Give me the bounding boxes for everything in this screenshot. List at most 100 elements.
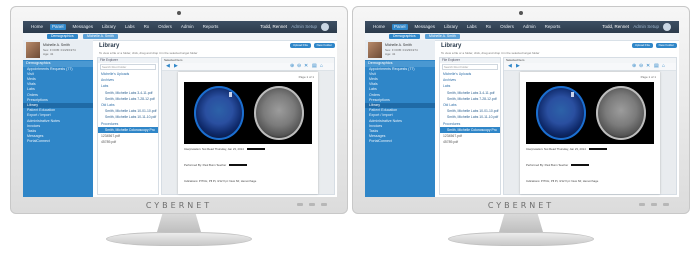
nav-admin[interactable]: Admin: [521, 24, 538, 30]
nav-messages[interactable]: Messages: [413, 24, 438, 30]
search-input[interactable]: Search Root Folder: [442, 64, 498, 70]
sidebar-item-portalconnect[interactable]: PortalConnect: [365, 139, 435, 144]
zoom-in-icon[interactable]: ⊕: [632, 64, 636, 69]
viewer-toolbar: ◀ ▶ ⊕ ⊖ ✕ ▤ ⌂: [504, 63, 676, 71]
monitor-button[interactable]: [639, 203, 645, 206]
ct-marker: [229, 92, 232, 97]
zoom-in-icon[interactable]: ⊕: [290, 64, 294, 69]
sidebar: Michelle A. Smith Sex: F DOB: 01/23/1974…: [23, 40, 93, 197]
file-labs-10-11-10[interactable]: Smith, Michelle Labs 10-11-10.pdf: [98, 114, 158, 120]
monitor-button[interactable]: [297, 203, 303, 206]
monitor-bezel: Home Panel Messages Library Labs Rx Orde…: [352, 6, 690, 214]
nav-rx[interactable]: Rx: [142, 24, 152, 30]
nav-home[interactable]: Home: [371, 24, 387, 30]
close-icon[interactable]: ✕: [646, 64, 650, 69]
print-icon[interactable]: ⌂: [662, 64, 665, 69]
nav-home[interactable]: Home: [29, 24, 45, 30]
breadcrumb-patient[interactable]: Michelle A. Smith: [425, 34, 460, 39]
avatar[interactable]: [321, 23, 329, 31]
ct-marker: [571, 92, 574, 97]
page-title: Library: [441, 43, 462, 49]
monitor-neck: [499, 214, 543, 232]
app-screen: Home Panel Messages Library Labs Rx Orde…: [365, 21, 679, 197]
file-labs-3-4-11[interactable]: Smith, Michelle Labs 3-4-11.pdf: [98, 90, 158, 96]
new-folder-button[interactable]: New Folder: [655, 43, 677, 48]
sidebar-item-portalconnect[interactable]: PortalConnect: [23, 139, 93, 144]
user-menu[interactable]: Todd, Rennet Admin Setup: [602, 24, 659, 30]
nav-panel[interactable]: Panel: [50, 24, 66, 30]
webcam-icon: [177, 11, 181, 15]
user-role: Admin Setup: [633, 24, 659, 29]
prev-page-icon[interactable]: ◀: [508, 64, 512, 69]
ct-brain-right-image: [254, 86, 304, 140]
prev-page-icon[interactable]: ◀: [166, 64, 170, 69]
power-button[interactable]: [663, 203, 669, 206]
nav-orders[interactable]: Orders: [156, 24, 174, 30]
download-icon[interactable]: ▤: [312, 64, 317, 69]
new-folder-button[interactable]: New Folder: [313, 43, 335, 48]
monitor-neck: [157, 214, 201, 232]
monitor-button[interactable]: [651, 203, 657, 206]
avatar[interactable]: [663, 23, 671, 31]
nav-library[interactable]: Library: [442, 24, 460, 30]
nav-labs[interactable]: Labs: [465, 24, 479, 30]
doc-line-1-text: Interpretation: Not Read Thursday, Jan 2…: [184, 147, 244, 151]
nav-orders[interactable]: Orders: [498, 24, 516, 30]
doc-line-3-text: Indications: PITCH, Pfl Pt, 3/12 fl pt: …: [184, 179, 257, 183]
file-explorer: File Explorer Search Root Folder Michell…: [97, 57, 159, 195]
nav-library[interactable]: Library: [100, 24, 118, 30]
zoom-out-icon[interactable]: ⊖: [297, 64, 301, 69]
nav-rx[interactable]: Rx: [484, 24, 494, 30]
viewer-toolbar: ◀ ▶ ⊕ ⊖ ✕ ▤ ⌂: [162, 63, 334, 71]
doc-line-3-text: Indications: PITCH, Pfl Pt, 3/12 fl pt: …: [526, 179, 599, 183]
close-icon[interactable]: ✕: [304, 64, 308, 69]
power-button[interactable]: [321, 203, 327, 206]
nav-reports[interactable]: Reports: [201, 24, 221, 30]
ct-scan-image: [526, 82, 654, 144]
monitor-bezel: Home Panel Messages Library Labs Rx Orde…: [10, 6, 348, 214]
search-input[interactable]: Search Root Folder: [100, 64, 156, 70]
page-title: Library: [99, 43, 120, 49]
doc-line-2-text: Performed By: Paul Bunn Teacher: [184, 163, 227, 167]
file-labs-3-4-11[interactable]: Smith, Michelle Labs 3-4-11.pdf: [440, 90, 500, 96]
ct-brain-right-image: [596, 86, 646, 140]
nav-reports[interactable]: Reports: [543, 24, 563, 30]
breadcrumb-demographics[interactable]: Demographics: [47, 34, 78, 39]
nav-admin[interactable]: Admin: [179, 24, 196, 30]
doc-line-1: Interpretation: Not Read Thursday, Jan 2…: [184, 147, 312, 152]
explorer-title: File Explorer: [440, 58, 500, 63]
doc-line-1: Interpretation: Not Read Thursday, Jan 2…: [526, 147, 654, 152]
upload-file-button[interactable]: Upload File: [631, 43, 653, 48]
document-viewer: Selected Item ◀ ▶ ⊕ ⊖ ✕ ▤ ⌂ Page 1 of 1: [503, 57, 677, 195]
nav-panel[interactable]: Panel: [392, 24, 408, 30]
download-icon[interactable]: ▤: [654, 64, 659, 69]
file-45789[interactable]: 45789.pdf: [440, 139, 500, 145]
user-name: Todd, Rennet: [260, 24, 287, 29]
next-page-icon[interactable]: ▶: [516, 64, 520, 69]
nav-labs[interactable]: Labs: [123, 24, 137, 30]
monitor-button[interactable]: [309, 203, 315, 206]
monitor-stand: [106, 232, 252, 246]
file-45789[interactable]: 45789.pdf: [98, 139, 158, 145]
patient-card: Michelle A. Smith Sex: F DOB: 01/23/1974…: [23, 40, 93, 60]
print-icon[interactable]: ⌂: [320, 64, 323, 69]
explorer-title: File Explorer: [98, 58, 158, 63]
file-labs-10-11-10[interactable]: Smith, Michelle Labs 10-11-10.pdf: [440, 114, 500, 120]
patient-age: Age: 41: [385, 52, 396, 56]
upload-file-button[interactable]: Upload File: [289, 43, 311, 48]
nav-messages[interactable]: Messages: [71, 24, 96, 30]
monitor-right: Home Panel Messages Library Labs Rx Orde…: [352, 6, 690, 252]
breadcrumb-demographics[interactable]: Demographics: [389, 34, 420, 39]
doc-line-3: Indications: PITCH, Pfl Pt, 3/12 fl pt: …: [526, 179, 654, 184]
user-menu[interactable]: Todd, Rennet Admin Setup: [260, 24, 317, 30]
breadcrumb-patient[interactable]: Michelle A. Smith: [83, 34, 118, 39]
next-page-icon[interactable]: ▶: [174, 64, 178, 69]
patient-name: Michelle A. Smith: [43, 43, 70, 47]
user-name: Todd, Rennet: [602, 24, 629, 29]
doc-line-3: Indications: PITCH, Pfl Pt, 3/12 fl pt: …: [184, 179, 312, 184]
doc-line-2: Performed By: Paul Bunn Teacher: [184, 163, 312, 168]
doc-line-2: Performed By: Paul Bunn Teacher: [526, 163, 654, 168]
zoom-out-icon[interactable]: ⊖: [639, 64, 643, 69]
user-role: Admin Setup: [291, 24, 317, 29]
redaction-bar: [246, 148, 265, 151]
